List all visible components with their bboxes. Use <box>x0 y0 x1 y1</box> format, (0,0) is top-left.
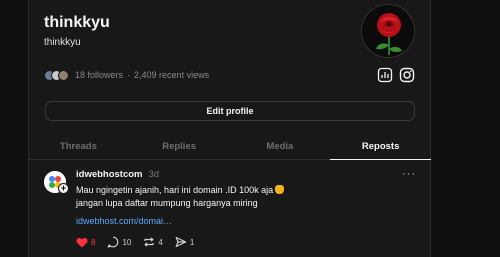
post-line-1: Mau ngingetin ajanih, hari ini domain .I… <box>76 185 274 195</box>
edit-profile-button[interactable]: Edit profile <box>45 101 415 121</box>
insights-icon[interactable] <box>377 67 393 83</box>
like-action[interactable]: 8 <box>76 237 95 248</box>
post-timestamp: 3d <box>148 169 160 180</box>
repost-count: 4 <box>158 237 163 247</box>
profile-name: thinkkyu <box>44 14 110 31</box>
profile-stats: 18 followers · 2,409 recent views <box>44 68 209 82</box>
post-line-2: jangan lupa daftar mumpung harganya miri… <box>76 198 258 208</box>
post-header: idwebhostcom 3d <box>76 169 159 180</box>
tab-replies[interactable]: Replies <box>129 133 230 159</box>
profile-avatar[interactable] <box>361 4 415 58</box>
more-icon[interactable]: ··· <box>402 168 416 180</box>
profile-handle: thinkkyu <box>44 37 81 48</box>
post-link[interactable]: idwebhost.com/domai… <box>76 216 172 226</box>
repost-action[interactable]: 4 <box>143 236 163 248</box>
views-count: 2,409 recent views <box>134 70 210 80</box>
share-action[interactable]: 1 <box>175 236 194 248</box>
comment-icon <box>108 236 119 248</box>
fist-emoji-icon <box>275 185 285 194</box>
tab-reposts[interactable]: Reposts <box>330 133 431 160</box>
profile-tabs: Threads Replies Media Reposts <box>28 133 431 160</box>
follower-avatars[interactable] <box>44 69 69 81</box>
share-count: 1 <box>189 237 195 247</box>
rose-avatar-icon <box>362 5 414 57</box>
heart-icon <box>76 237 88 247</box>
repost-icon <box>144 237 155 247</box>
tab-media[interactable]: Media <box>230 133 331 159</box>
follower-avatar <box>58 69 69 81</box>
instagram-icon[interactable] <box>399 67 415 83</box>
post-username[interactable]: idwebhostcom <box>76 169 143 180</box>
reply-count: 10 <box>122 237 132 247</box>
post-text: Mau ngingetin ajanih, hari ini domain .I… <box>76 184 285 210</box>
follow-plus-icon[interactable]: + <box>58 183 69 194</box>
followers-count[interactable]: 18 followers <box>75 70 123 80</box>
tab-threads[interactable]: Threads <box>28 133 129 159</box>
post-actions: 8 10 4 1 <box>76 236 206 248</box>
share-icon <box>175 236 187 248</box>
stats-separator: · <box>127 70 131 80</box>
reply-action[interactable]: 10 <box>107 236 131 248</box>
like-count: 8 <box>91 237 96 247</box>
